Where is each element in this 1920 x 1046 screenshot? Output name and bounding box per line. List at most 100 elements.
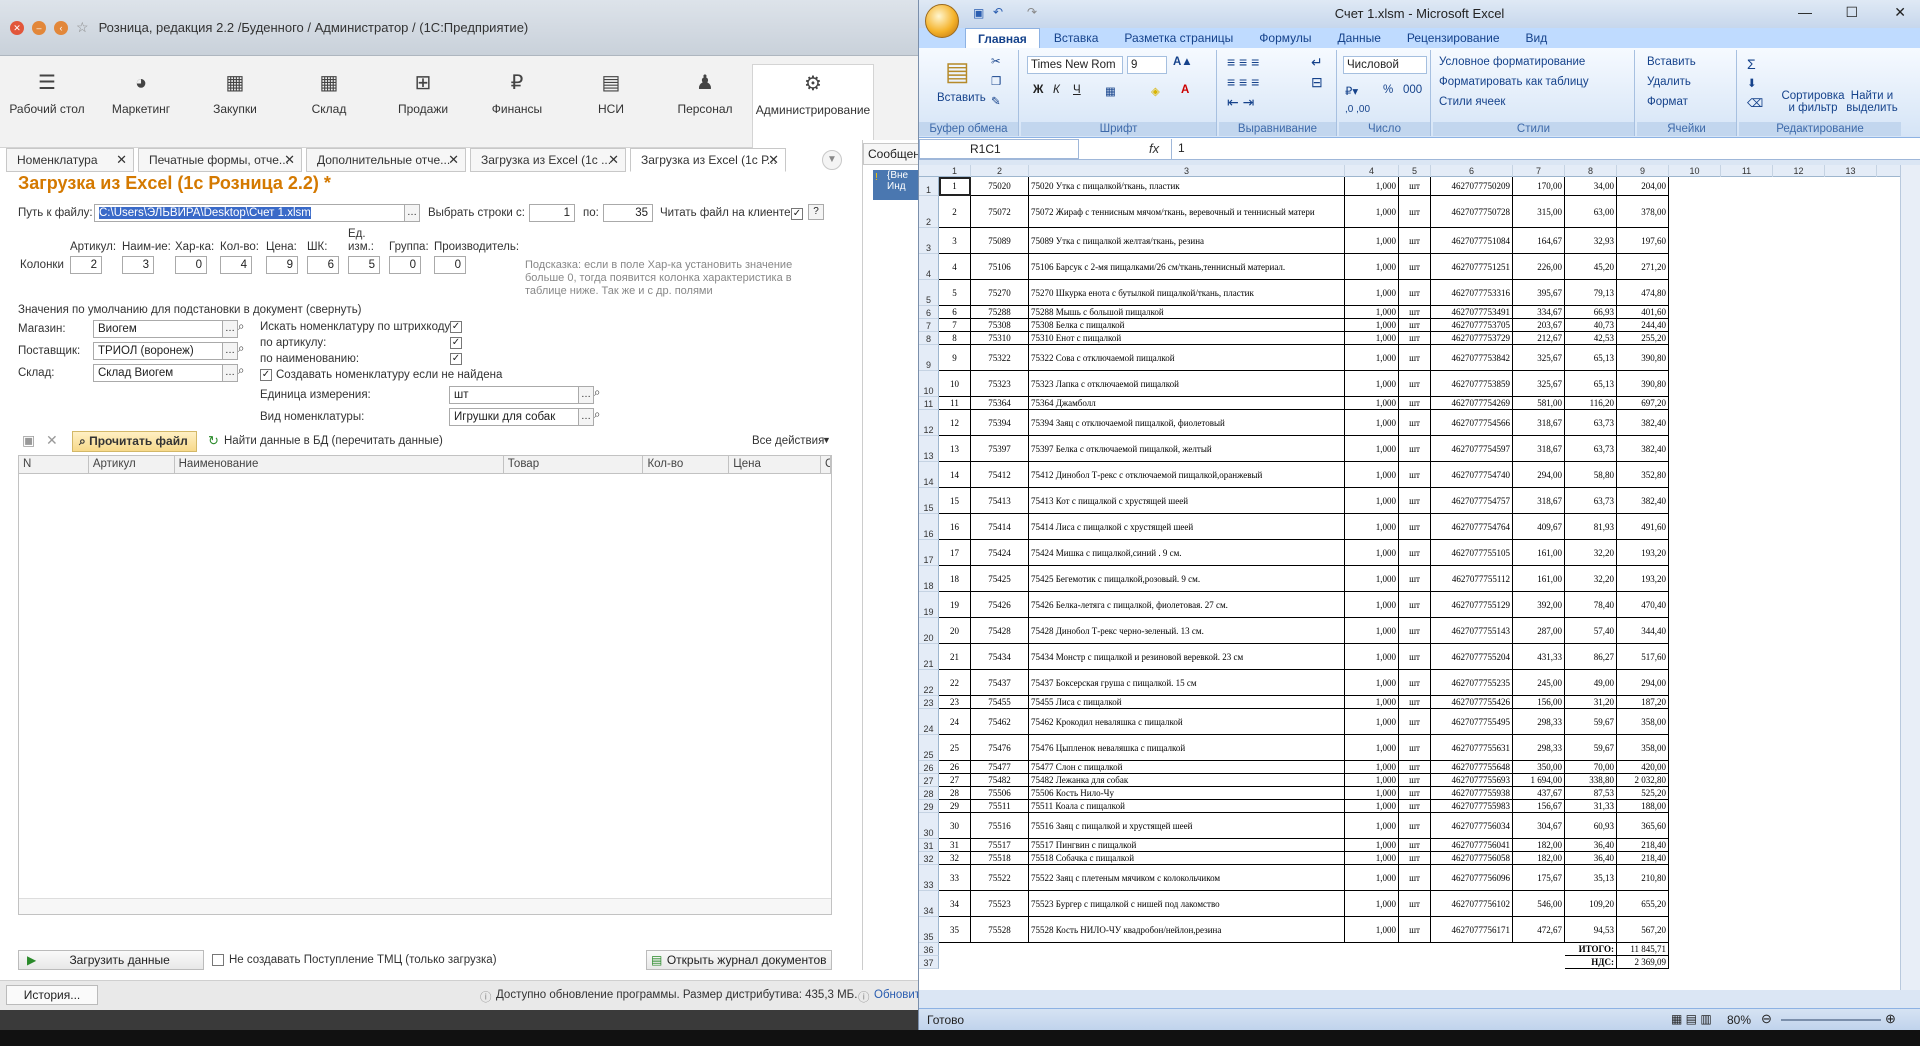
row-header[interactable]: 1 [919,177,939,196]
table-cell[interactable]: 31,33 [1565,800,1617,813]
column-header[interactable]: 9 [1617,165,1669,177]
back-icon[interactable]: ‹ [54,20,68,35]
table-cell[interactable]: 75414 [971,514,1029,540]
table-cell[interactable]: 4627077755693 [1431,774,1513,787]
row-header[interactable]: 35 [919,917,939,943]
table-cell[interactable]: 75516 Заяц с пищалкой и хрустящей шеей [1029,813,1345,839]
table-cell[interactable]: 4627077754764 [1431,514,1513,540]
table-cell[interactable]: 75477 Слон с пищалкой [1029,761,1345,774]
total-label[interactable]: НДС: [1565,956,1617,969]
browse-button[interactable]: … [404,204,420,222]
data-table[interactable]: N Артикул Наименование Товар Кол-во Цена… [18,455,832,915]
table-cell[interactable]: 255,20 [1617,332,1669,345]
row-header[interactable]: 6 [919,306,939,319]
format-painter-icon[interactable]: ✎ [991,94,1001,108]
table-cell[interactable]: 4627077754757 [1431,488,1513,514]
table-cell[interactable]: 75517 Пингвин с пищалкой [1029,839,1345,852]
column-header[interactable]: 6 [1431,165,1513,177]
table-cell[interactable]: шт [1399,787,1431,800]
table-cell[interactable]: 75072 Жираф с теннисным мячом/ткань, вер… [1029,196,1345,228]
tab-print-forms[interactable]: Печатные формы, отче... ✕ [138,148,302,172]
table-cell[interactable]: 187,20 [1617,696,1669,709]
align-top-icon[interactable]: ≡ ≡ ≡ [1227,54,1259,70]
table-cell[interactable]: шт [1399,852,1431,865]
table-cell[interactable]: 382,40 [1617,436,1669,462]
table-cell[interactable]: 318,67 [1513,410,1565,436]
table-cell[interactable]: шт [1399,345,1431,371]
italic-icon[interactable]: К [1053,84,1060,96]
office-button[interactable] [925,4,959,38]
table-cell[interactable]: 344,40 [1617,618,1669,644]
table-cell[interactable]: 75482 Лежанка для собак [1029,774,1345,787]
table-cell[interactable]: 655,20 [1617,891,1669,917]
table-cell[interactable]: шт [1399,839,1431,852]
table-cell[interactable]: шт [1399,709,1431,735]
table-cell[interactable]: 350,00 [1513,761,1565,774]
table-cell[interactable]: шт [1399,670,1431,696]
table-cell[interactable]: 70,00 [1565,761,1617,774]
search-icon[interactable]: ⌕ [594,409,600,422]
table-cell[interactable]: 1,000 [1345,436,1399,462]
table-cell[interactable]: 75394 Заяц с отключаемой пищалкой, фиоле… [1029,410,1345,436]
row-header[interactable]: 31 [919,839,939,852]
table-cell[interactable]: шт [1399,696,1431,709]
section-personnel[interactable]: ♟ Персонал [658,64,752,148]
table-cell[interactable]: 4627077751084 [1431,228,1513,254]
table-cell[interactable]: 164,67 [1513,228,1565,254]
table-cell[interactable]: 318,67 [1513,436,1565,462]
formula-input[interactable]: 1 [1171,139,1900,159]
table-cell[interactable]: 212,67 [1513,332,1565,345]
table-cell[interactable]: 1,000 [1345,774,1399,787]
row-header[interactable]: 23 [919,696,939,709]
close-icon[interactable]: ✕ [284,149,295,171]
table-cell[interactable]: 75323 Лапка с отключаемой пищалкой [1029,371,1345,397]
col-header[interactable]: Артикул [89,456,175,473]
column-header[interactable]: 5 [1399,165,1431,177]
read-file-button[interactable]: ⌕ Прочитать файл [72,431,197,452]
table-cell[interactable]: 245,00 [1513,670,1565,696]
sort-filter-button[interactable]: Сортировка и фильтр [1779,90,1847,114]
table-cell[interactable]: 409,67 [1513,514,1565,540]
table-cell[interactable]: 1,000 [1345,813,1399,839]
table-cell[interactable]: 156,00 [1513,696,1565,709]
table-cell[interactable]: 304,67 [1513,813,1565,839]
table-cell[interactable]: 271,20 [1617,254,1669,280]
table-cell[interactable]: 4627077756102 [1431,891,1513,917]
tab-excel-load-2[interactable]: Загрузка из Excel (1с Р... ✕ [630,148,786,172]
name-box[interactable]: R1C1 [919,139,1079,159]
select-button[interactable]: … [222,364,238,382]
table-cell[interactable]: 156,67 [1513,800,1565,813]
minimize-icon[interactable]: — [1798,4,1812,20]
table-cell[interactable]: 298,33 [1513,735,1565,761]
table-cell[interactable]: 1,000 [1345,228,1399,254]
tab-insert[interactable]: Вставка [1042,28,1111,48]
table-cell[interactable]: 75413 Кот с пищалкой с хрустящей шеей [1029,488,1345,514]
table-cell[interactable]: 10 [939,371,971,397]
table-cell[interactable]: 23 [939,696,971,709]
cell-styles-button[interactable]: Стили ячеек [1439,96,1505,108]
table-cell[interactable]: 75106 Барсук с 2-мя пищалками/26 см/ткан… [1029,254,1345,280]
table-cell[interactable]: 1,000 [1345,839,1399,852]
cut-icon[interactable]: ✂ [991,54,1001,68]
table-cell[interactable]: шт [1399,761,1431,774]
paste-icon[interactable]: ▤ [945,56,970,87]
maximize-icon[interactable]: ☐ [1845,4,1858,21]
table-cell[interactable]: 75322 Сова с отключаемой пищалкой [1029,345,1345,371]
indent-icon[interactable]: ⇤ ⇥ [1227,94,1254,111]
table-cell[interactable]: 75462 [971,709,1029,735]
chevron-down-icon[interactable]: ▼ [822,150,842,170]
table-cell[interactable]: 75428 [971,618,1029,644]
table-cell[interactable]: 4627077756034 [1431,813,1513,839]
table-cell[interactable]: 382,40 [1617,410,1669,436]
table-cell[interactable]: 31 [939,839,971,852]
refresh-icon[interactable]: ↻ [208,433,219,449]
table-cell[interactable]: 20 [939,618,971,644]
all-actions-menu[interactable]: Все действия [752,435,824,447]
table-cell[interactable]: 334,67 [1513,306,1565,319]
table-cell[interactable]: 6 [939,306,971,319]
table-cell[interactable]: 75434 Монстр с пищалкой и резиновой вере… [1029,644,1345,670]
table-cell[interactable]: 197,60 [1617,228,1669,254]
spreadsheet-grid[interactable]: 1 2 3 4 5 6 7 8 9 10 11 12 13 1 1 75020 75020 Утка с пи… [919,165,1901,990]
search-icon[interactable]: ⌕ [238,365,244,378]
table-cell[interactable]: шт [1399,462,1431,488]
